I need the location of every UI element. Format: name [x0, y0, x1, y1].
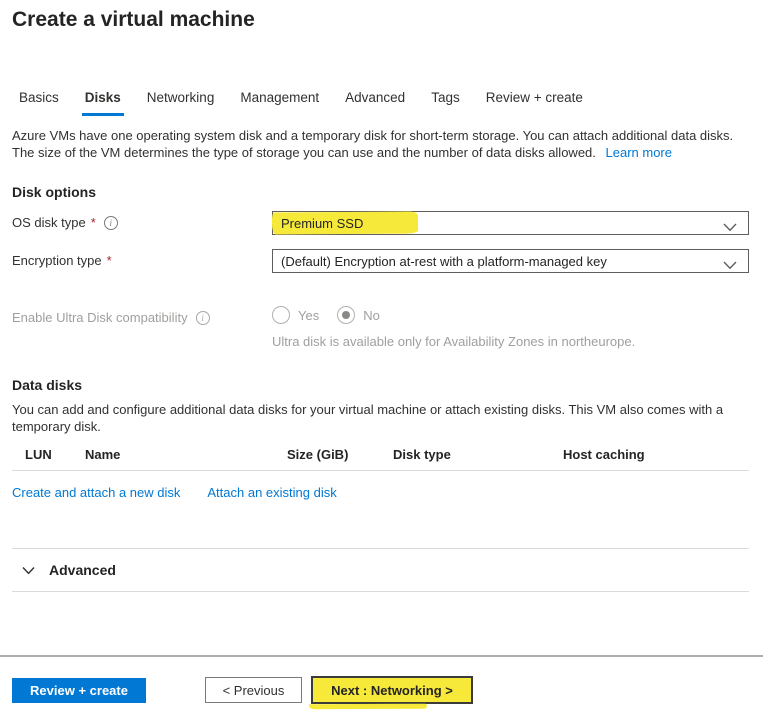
column-header-lun: LUN — [25, 447, 52, 462]
divider — [12, 591, 749, 592]
ultra-disk-note: Ultra disk is available only for Availab… — [272, 334, 635, 349]
tab-review-create[interactable]: Review + create — [483, 90, 586, 116]
column-header-host-caching: Host caching — [563, 447, 645, 462]
chevron-down-icon — [22, 563, 35, 578]
tab-networking[interactable]: Networking — [144, 90, 218, 116]
learn-more-link[interactable]: Learn more — [606, 145, 672, 160]
info-icon[interactable]: i — [104, 216, 118, 230]
data-disks-heading: Data disks — [12, 377, 82, 393]
review-create-button[interactable]: Review + create — [12, 678, 146, 703]
disk-options-heading: Disk options — [12, 184, 96, 200]
page-title: Create a virtual machine — [12, 8, 255, 32]
encryption-type-select[interactable]: (Default) Encryption at-rest with a plat… — [272, 249, 749, 273]
footer-divider — [0, 655, 763, 657]
data-disks-links: Create and attach a new disk Attach an e… — [12, 485, 337, 500]
chevron-down-icon — [723, 220, 737, 235]
attach-existing-disk-link[interactable]: Attach an existing disk — [207, 485, 336, 500]
radio-no-label: No — [363, 308, 380, 323]
create-attach-new-disk-link[interactable]: Create and attach a new disk — [12, 485, 180, 500]
next-networking-button[interactable]: Next : Networking > — [311, 676, 473, 704]
yellow-highlight-next-button — [309, 704, 427, 710]
tab-bar: Basics Disks Networking Management Advan… — [6, 90, 596, 116]
ultra-disk-label: Enable Ultra Disk compatibility i — [12, 310, 210, 325]
required-marker: * — [107, 253, 112, 268]
chevron-down-icon — [723, 258, 737, 273]
data-disks-table-header: LUN Name Size (GiB) Disk type Host cachi… — [12, 447, 749, 469]
required-marker: * — [91, 215, 96, 230]
ultra-disk-label-text: Enable Ultra Disk compatibility — [12, 310, 188, 325]
create-vm-page: Create a virtual machine Basics Disks Ne… — [0, 0, 763, 723]
ultra-disk-radio-yes: Yes — [272, 306, 319, 324]
intro-line-1: Azure VMs have one operating system disk… — [12, 127, 754, 144]
info-icon: i — [196, 311, 210, 325]
tab-advanced[interactable]: Advanced — [342, 90, 408, 116]
tab-management[interactable]: Management — [237, 90, 322, 116]
divider — [12, 548, 749, 549]
os-disk-type-label-text: OS disk type — [12, 215, 86, 230]
tab-basics[interactable]: Basics — [16, 90, 62, 116]
intro-line-2: The size of the VM determines the type o… — [12, 145, 596, 160]
radio-yes-label: Yes — [298, 308, 319, 323]
encryption-type-label: Encryption type * — [12, 253, 112, 268]
radio-selected-icon — [337, 306, 355, 324]
tab-tags[interactable]: Tags — [428, 90, 463, 116]
os-disk-type-value: Premium SSD — [281, 216, 363, 231]
tab-disks[interactable]: Disks — [82, 90, 124, 116]
column-header-size: Size (GiB) — [287, 447, 348, 462]
column-header-name: Name — [85, 447, 120, 462]
ultra-disk-radio-no: No — [337, 306, 380, 324]
advanced-section-toggle[interactable]: Advanced — [22, 562, 116, 578]
os-disk-type-label: OS disk type * i — [12, 215, 118, 230]
ultra-disk-radio-group: Yes No — [272, 306, 380, 324]
encryption-type-value: (Default) Encryption at-rest with a plat… — [281, 254, 607, 269]
radio-unselected-icon — [272, 306, 290, 324]
previous-button[interactable]: < Previous — [205, 677, 302, 703]
advanced-section-label: Advanced — [49, 562, 116, 578]
intro-text: Azure VMs have one operating system disk… — [12, 127, 754, 161]
table-header-divider — [12, 470, 749, 471]
data-disks-description: You can add and configure additional dat… — [12, 401, 747, 435]
encryption-type-label-text: Encryption type — [12, 253, 102, 268]
os-disk-type-select[interactable]: Premium SSD — [272, 211, 749, 235]
column-header-disk-type: Disk type — [393, 447, 451, 462]
